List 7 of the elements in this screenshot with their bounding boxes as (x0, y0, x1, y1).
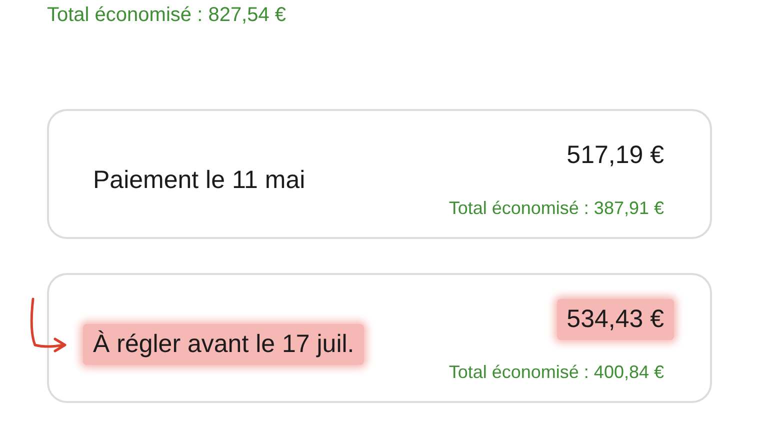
savings-total: Total économisé : 827,54 € (47, 4, 288, 27)
payment-label: À régler avant le 17 juil. (83, 324, 364, 364)
payment-label: Paiement le 11 mai (92, 164, 306, 196)
savings-total: Total économisé : 387,91 € (448, 198, 664, 219)
payment-amount: 534,43 € (556, 299, 674, 340)
savings-total: Total économisé : 400,84 € (448, 362, 664, 383)
payment-amount: 517,19 € (566, 140, 665, 171)
